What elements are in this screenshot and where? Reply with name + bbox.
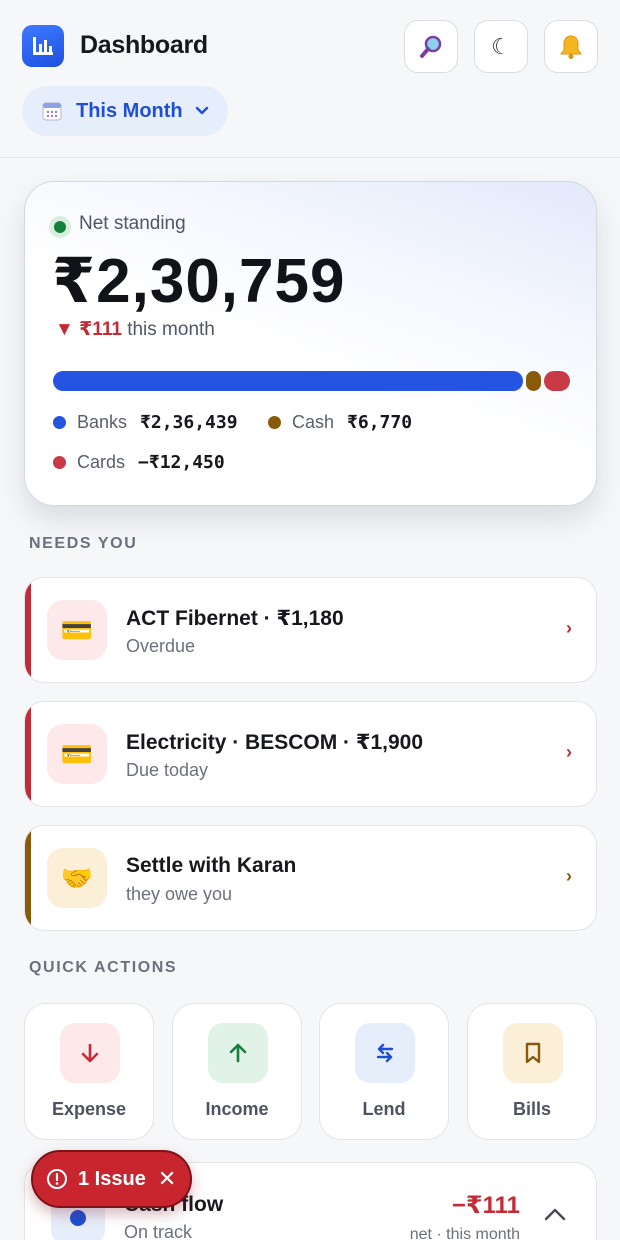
credit-card-icon: 💳	[47, 724, 107, 784]
swap-icon	[355, 1023, 415, 1083]
alert-circle-icon	[47, 1169, 67, 1189]
legend-value: ₹2,36,439	[140, 412, 238, 433]
quick-action-label: Expense	[51, 1099, 127, 1119]
quick-action-label: Bills	[512, 1099, 551, 1119]
net-change-suffix: this month	[127, 319, 215, 340]
legend-item-cards: Cards −₹12,450	[53, 452, 225, 473]
moon-icon: ☾	[491, 33, 511, 59]
legend-swatch	[268, 416, 281, 429]
bar-segment-cards	[544, 371, 570, 391]
task-accent	[25, 826, 31, 930]
chevron-right-icon: ›	[566, 618, 572, 638]
quick-action-label: Income	[205, 1099, 269, 1119]
task-title: Electricity · BESCOM · ₹1,900	[126, 731, 424, 754]
legend-value: ₹6,770	[347, 412, 413, 433]
cashflow-note: net · this month	[409, 1226, 520, 1240]
legend-item-banks: Banks ₹2,36,439	[53, 412, 238, 433]
net-standing-card[interactable]: Net standing ₹2,30,759 ▼ ₹111 this month…	[24, 181, 597, 506]
task-title: ACT Fibernet · ₹1,180	[126, 607, 344, 630]
task-subtitle: Overdue	[126, 636, 196, 656]
credit-card-icon: 💳	[47, 600, 107, 660]
income-button[interactable]: Income	[172, 1003, 302, 1140]
chevron-up-icon[interactable]	[544, 1207, 566, 1221]
task-accent	[25, 578, 31, 682]
issue-badge[interactable]: 1 Issue ✕	[31, 1150, 192, 1208]
search-icon	[420, 35, 442, 58]
net-change-value: ▼ ₹111	[55, 319, 122, 340]
task-item-electricity[interactable]: 💳 Electricity · BESCOM · ₹1,900 Due toda…	[24, 701, 597, 807]
chevron-right-icon: ›	[566, 866, 572, 886]
handshake-icon: 🤝	[47, 848, 107, 908]
net-standing-amount: ₹2,30,759	[52, 247, 346, 316]
legend-label: Cards	[77, 452, 126, 472]
legend-item-cash: Cash ₹6,770	[268, 412, 412, 433]
status-dot-icon	[49, 216, 71, 238]
net-standing-label: Net standing	[79, 213, 186, 234]
calendar-icon	[42, 102, 62, 121]
app-logo-icon	[22, 25, 64, 67]
net-change: ▼ ₹111 this month	[55, 318, 215, 341]
arrow-up-icon	[208, 1023, 268, 1083]
cashflow-amount: −₹111	[451, 1192, 520, 1219]
legend-label: Banks	[77, 412, 128, 432]
period-label: This Month	[76, 99, 183, 122]
quick-actions-heading: QUICK ACTIONS	[29, 959, 178, 976]
legend-label: Cash	[292, 412, 335, 432]
issue-label: 1 Issue	[78, 1167, 146, 1190]
bills-button[interactable]: Bills	[467, 1003, 597, 1140]
bar-segment-cash	[526, 371, 541, 391]
cashflow-subtitle: On track	[124, 1222, 193, 1240]
expense-button[interactable]: Expense	[24, 1003, 154, 1140]
page-title: Dashboard	[80, 31, 208, 59]
chevron-down-icon	[195, 106, 208, 115]
app-header: Dashboard ☾ This Month	[0, 0, 620, 158]
notifications-button[interactable]	[544, 20, 598, 73]
bell-icon	[560, 34, 582, 59]
task-accent	[25, 702, 31, 806]
lend-button[interactable]: Lend	[319, 1003, 449, 1140]
search-button[interactable]	[404, 20, 458, 73]
bookmark-icon	[503, 1023, 563, 1083]
legend-value: −₹12,450	[138, 452, 225, 473]
task-subtitle: Due today	[126, 760, 209, 780]
close-icon[interactable]: ✕	[158, 1168, 176, 1190]
composition-bar	[53, 371, 570, 391]
arrow-down-icon	[60, 1023, 120, 1083]
bar-segment-banks	[53, 371, 523, 391]
needs-you-heading: NEEDS YOU	[29, 535, 138, 552]
chevron-right-icon: ›	[566, 742, 572, 762]
period-selector[interactable]: This Month	[22, 86, 228, 136]
task-title: Settle with Karan	[126, 854, 297, 877]
legend-swatch	[53, 416, 66, 429]
quick-action-label: Lend	[362, 1099, 406, 1119]
task-item-act-fibernet[interactable]: 💳 ACT Fibernet · ₹1,180 Overdue ›	[24, 577, 597, 683]
task-item-settle-karan[interactable]: 🤝 Settle with Karan they owe you ›	[24, 825, 597, 931]
legend-swatch	[53, 456, 66, 469]
task-subtitle: they owe you	[126, 884, 233, 904]
theme-toggle-button[interactable]: ☾	[474, 20, 528, 73]
